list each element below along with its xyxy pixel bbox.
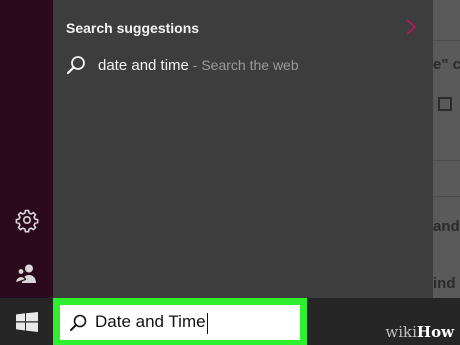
windows-logo-icon <box>16 312 38 332</box>
background-text: ind <box>433 275 456 292</box>
background-divider <box>433 196 460 197</box>
search-results-panel: Search suggestions date and time - Searc… <box>53 0 433 298</box>
search-suggestions-header: Search suggestions <box>66 20 200 36</box>
watermark-prefix: wiki <box>385 323 417 341</box>
suggestion-label: date and time - Search the web <box>98 57 299 74</box>
background-window <box>433 0 460 298</box>
settings-gear-icon[interactable] <box>14 207 40 233</box>
suggestion-query: date and time <box>98 57 189 74</box>
background-text: and <box>433 218 460 235</box>
watermark-suffix: How <box>416 323 454 341</box>
chevron-right-icon[interactable] <box>403 16 419 38</box>
text-cursor <box>206 313 208 334</box>
taskbar-search-box[interactable] <box>60 305 300 340</box>
search-icon <box>68 313 88 333</box>
wikihow-watermark: wikiHow <box>385 323 454 341</box>
search-icon <box>65 54 87 76</box>
background-divider <box>433 160 460 161</box>
search-suggestion-item[interactable]: date and time - Search the web <box>53 50 433 84</box>
background-checkbox <box>438 97 452 111</box>
user-accounts-icon[interactable] <box>14 261 40 287</box>
start-button[interactable] <box>0 298 53 345</box>
suggestion-hint: - Search the web <box>188 57 299 73</box>
start-menu-rail <box>0 0 53 298</box>
background-text: e" c <box>433 56 460 73</box>
search-input[interactable] <box>95 307 295 337</box>
background-divider <box>433 40 460 41</box>
